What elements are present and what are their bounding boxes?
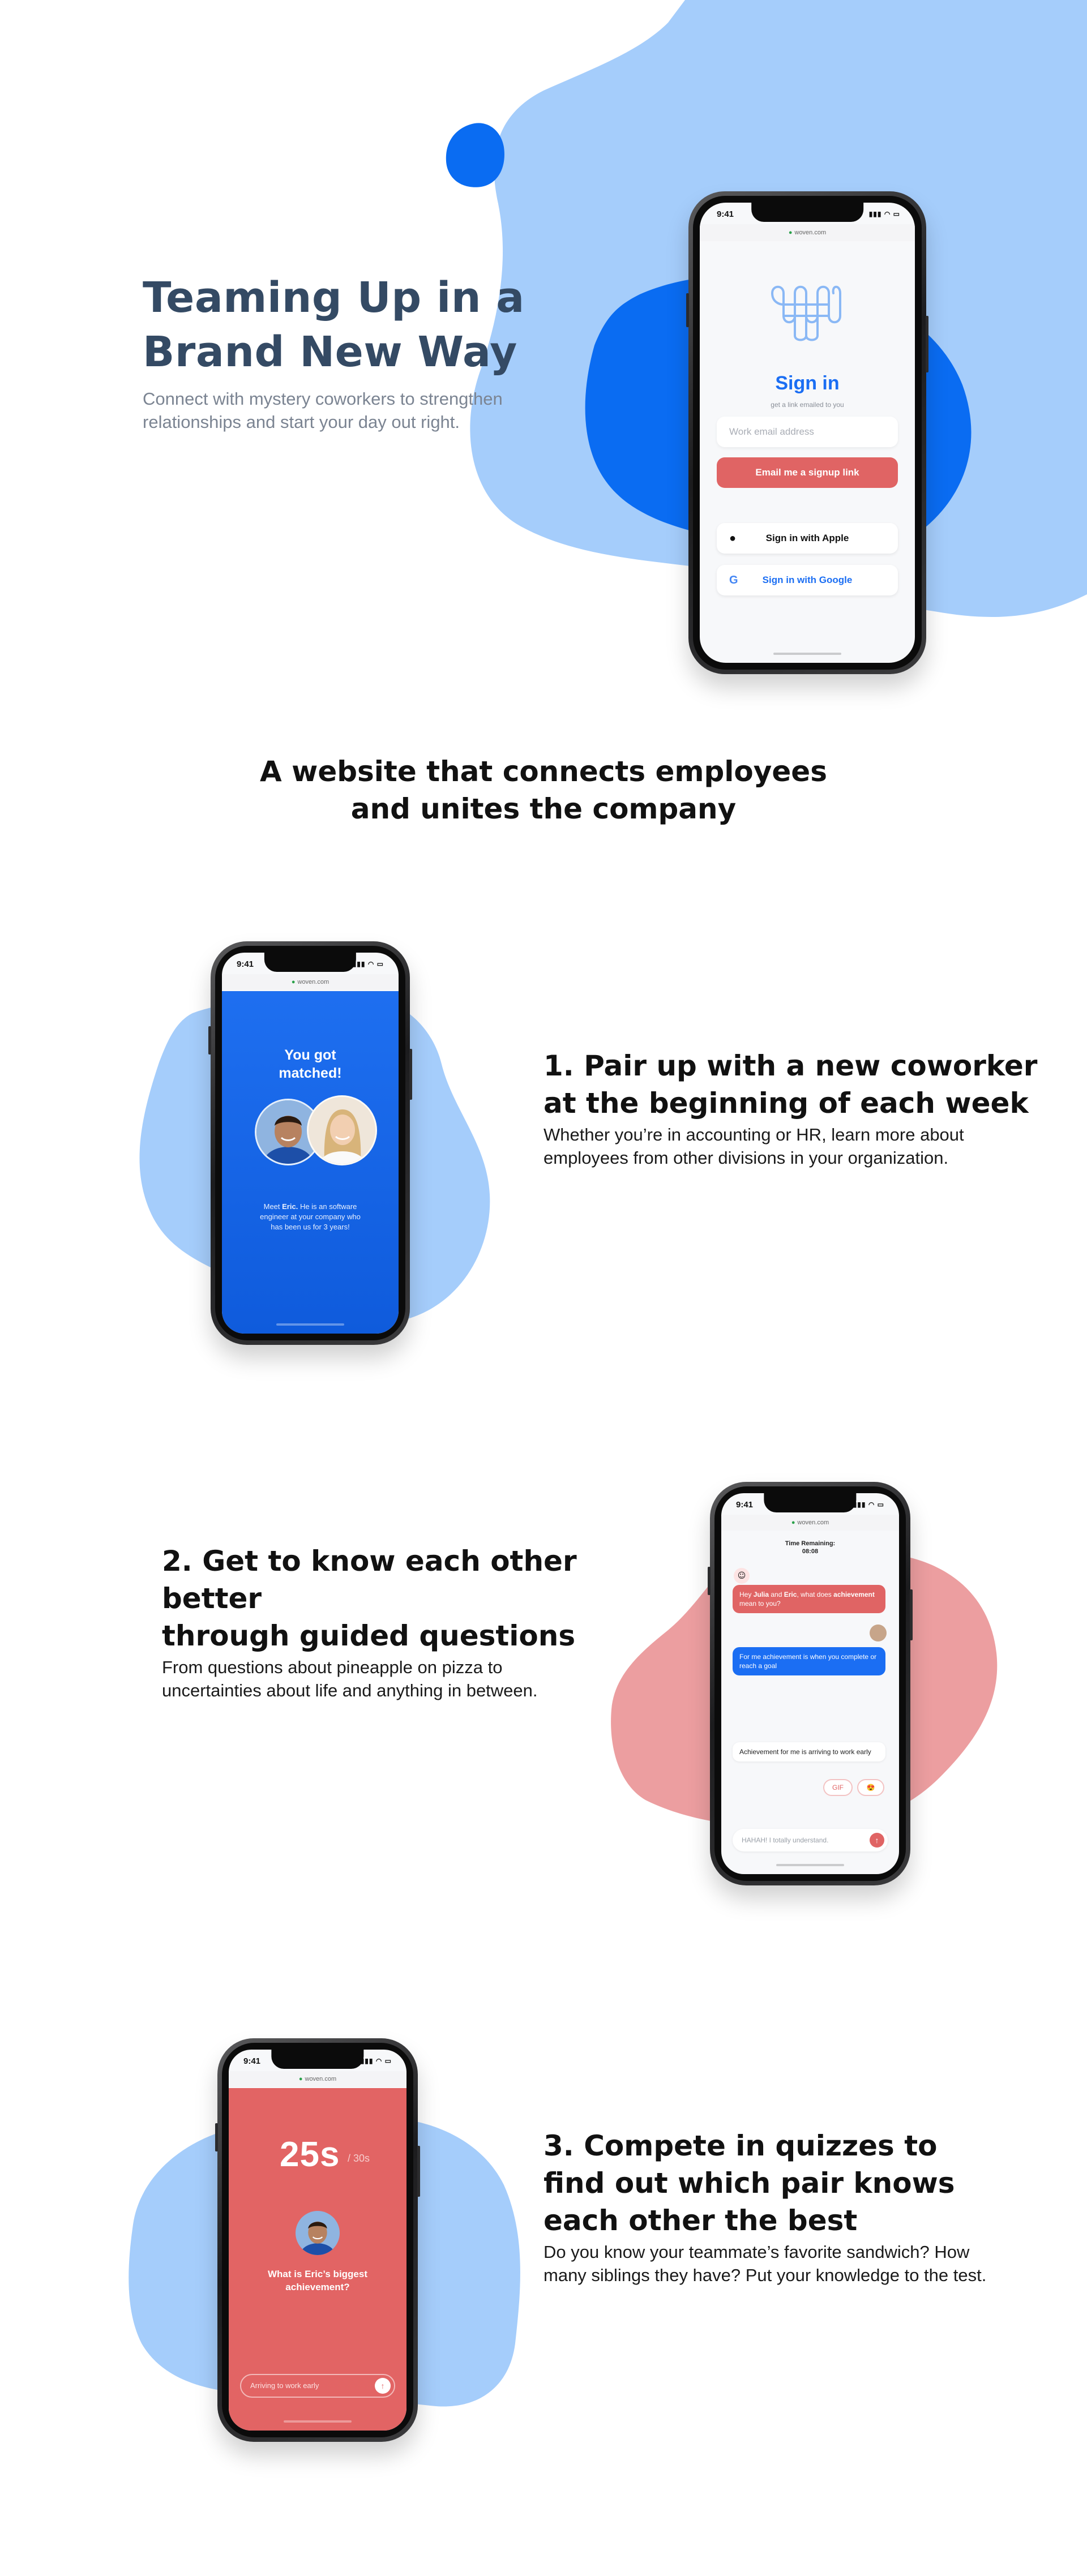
hero-title: Teaming Up in a Brand New Way bbox=[143, 273, 525, 376]
chat-input[interactable]: HAHAH! I totally understand. ↑ bbox=[733, 1829, 888, 1851]
question-bubble: Hey Julia and Eric, what does achievemen… bbox=[733, 1585, 885, 1613]
feature-3-title: 3. Compete in quizzes to find out which … bbox=[544, 2129, 955, 2237]
feature-2: 2. Get to know each other better through… bbox=[162, 1542, 671, 1702]
matched-screen: 9:41 ▮▮▮ ◠ ▭ ● woven.com You got matched! bbox=[222, 953, 399, 1334]
url-bar[interactable]: ● woven.com bbox=[721, 1515, 899, 1531]
apple-signin-button[interactable]: ● Sign in with Apple bbox=[717, 523, 898, 554]
status-icons: ▮▮▮ ◠ ▭ bbox=[853, 1501, 884, 1508]
avatar-julia bbox=[307, 1095, 377, 1165]
chat-screen: 9:41 ▮▮▮ ◠ ▭ ● woven.com Time Remaining: … bbox=[721, 1493, 899, 1874]
feature-2-description: From questions about pineapple on pizza … bbox=[162, 1657, 538, 1700]
quiz-answer-input[interactable]: Arriving to work early ↑ bbox=[240, 2374, 395, 2398]
status-time: 9:41 bbox=[736, 1500, 754, 1510]
status-icons: ▮▮▮ ◠ ▭ bbox=[352, 960, 384, 968]
status-time: 9:41 bbox=[243, 2056, 261, 2066]
feature-1: 1. Pair up with a new coworker at the be… bbox=[544, 1047, 1053, 1169]
lock-icon: ● bbox=[791, 1519, 795, 1526]
partner-reply-bubble: For me achievement is when you complete … bbox=[733, 1647, 885, 1675]
phone-matched: 9:41 ▮▮▮ ◠ ▭ ● woven.com You got matched! bbox=[208, 941, 412, 1345]
feature-1-description: Whether you’re in accounting or HR, lear… bbox=[544, 1125, 964, 1168]
partner-avatar bbox=[870, 1625, 887, 1641]
send-icon[interactable]: ↑ bbox=[870, 1833, 884, 1848]
woven-logo bbox=[771, 285, 841, 341]
feature-1-title: 1. Pair up with a new coworker at the be… bbox=[544, 1049, 1038, 1120]
status-time: 9:41 bbox=[237, 959, 254, 969]
apple-icon: ● bbox=[729, 532, 737, 545]
section-heading: A website that connects employees and un… bbox=[260, 755, 827, 825]
lock-icon: ● bbox=[291, 979, 296, 985]
signin-title: Sign in bbox=[775, 372, 840, 394]
email-signup-button[interactable]: Email me a signup link bbox=[717, 457, 898, 488]
submit-arrow-icon[interactable]: ↑ bbox=[375, 2378, 391, 2394]
signin-subtitle: get a link emailed to you bbox=[771, 401, 844, 409]
quiz-screen: 9:41 ▮▮▮ ◠ ▭ ● woven.com 25s / 30s What i… bbox=[229, 2050, 406, 2431]
emoji-button[interactable]: 😍 bbox=[857, 1779, 884, 1796]
signin-screen: 9:41 ▮▮▮ ◠ ▭ ● woven.com Sign in get a li… bbox=[700, 203, 915, 663]
time-remaining: Time Remaining: 08:08 bbox=[785, 1540, 836, 1555]
avatar-eric bbox=[296, 2211, 340, 2255]
feature-3: 3. Compete in quizzes to find out which … bbox=[544, 2127, 1053, 2287]
url-bar[interactable]: ● woven.com bbox=[700, 224, 915, 241]
matched-title: You got matched! bbox=[279, 1047, 342, 1081]
status-icons: ▮▮▮ ◠ ▭ bbox=[868, 210, 900, 218]
quiz-timer-total: / 30s bbox=[348, 2153, 370, 2164]
url-bar[interactable]: ● woven.com bbox=[222, 974, 399, 990]
feature-3-description: Do you know your teammate’s favorite san… bbox=[544, 2242, 987, 2285]
matched-description: Meet Eric. He is an software engineer at… bbox=[260, 1202, 361, 1231]
my-reply-bubble: Achievement for me is arriving to work e… bbox=[733, 1742, 885, 1761]
hero-subtitle: Connect with mystery coworkers to streng… bbox=[143, 389, 503, 432]
phone-quiz: 9:41 ▮▮▮ ◠ ▭ ● woven.com 25s / 30s What i… bbox=[215, 2038, 420, 2442]
status-time: 9:41 bbox=[717, 209, 734, 219]
quiz-question: What is Eric’s biggest achievement? bbox=[267, 2269, 368, 2292]
lock-icon: ● bbox=[788, 229, 793, 236]
phone-chat: 9:41 ▮▮▮ ◠ ▭ ● woven.com Time Remaining: … bbox=[708, 1482, 913, 1885]
lock-icon: ● bbox=[298, 2076, 303, 2082]
email-field[interactable]: Work email address bbox=[717, 417, 898, 447]
feature-2-title: 2. Get to know each other better through… bbox=[162, 1545, 577, 1652]
hero-small-blob bbox=[446, 123, 504, 187]
gif-button[interactable]: GIF bbox=[823, 1779, 853, 1796]
google-icon: G bbox=[729, 574, 738, 586]
bot-avatar: ☺ bbox=[734, 1568, 750, 1584]
status-icons: ▮▮▮ ◠ ▭ bbox=[360, 2057, 392, 2065]
quiz-timer: 25s bbox=[280, 2135, 340, 2174]
url-bar[interactable]: ● woven.com bbox=[229, 2071, 406, 2087]
google-signin-button[interactable]: G Sign in with Google bbox=[717, 565, 898, 595]
phone-signin: 9:41 ▮▮▮ ◠ ▭ ● woven.com Sign in get a li… bbox=[686, 191, 928, 674]
